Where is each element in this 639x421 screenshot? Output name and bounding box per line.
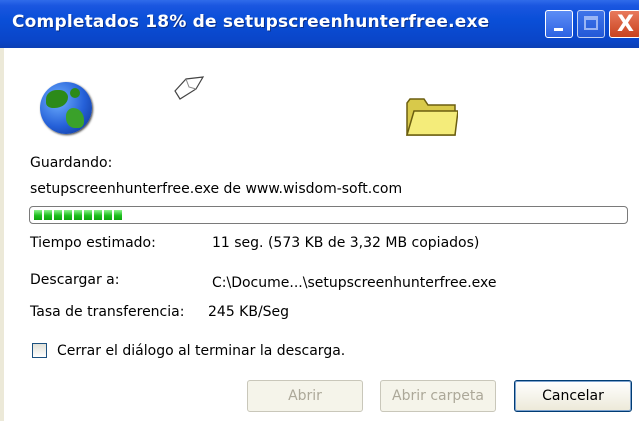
progress-segment xyxy=(64,210,72,220)
globe-land xyxy=(46,90,68,108)
close-on-finish-checkbox[interactable] xyxy=(32,343,47,358)
close-button[interactable]: X xyxy=(609,10,639,38)
progress-segment xyxy=(94,210,102,220)
globe-icon xyxy=(40,82,92,134)
close-icon: X xyxy=(617,12,634,37)
saving-label: Guardando: xyxy=(30,155,113,171)
maximize-button[interactable] xyxy=(577,10,605,38)
maximize-icon xyxy=(584,16,598,30)
folder-icon xyxy=(406,98,458,136)
progress-segment xyxy=(84,210,92,220)
progress-fill xyxy=(34,210,122,220)
globe-land xyxy=(70,88,80,98)
time-label: Tiempo estimado: xyxy=(30,235,156,251)
minimize-icon xyxy=(554,28,563,31)
download-progress-bar xyxy=(29,206,628,224)
rate-value: 245 KB/Seg xyxy=(208,304,290,320)
progress-segment xyxy=(114,210,122,220)
minimize-button[interactable] xyxy=(545,10,573,38)
progress-segment xyxy=(74,210,82,220)
rate-label: Tasa de transferencia: xyxy=(30,304,185,320)
close-on-finish-label[interactable]: Cerrar el diálogo al terminar la descarg… xyxy=(57,343,345,359)
window-title: Completados 18% de setupscreenhunterfree… xyxy=(12,12,490,32)
progress-segment xyxy=(34,210,42,220)
progress-segment xyxy=(54,210,62,220)
file-source-text: setupscreenhunterfree.exe de www.wisdom-… xyxy=(30,181,403,197)
window-border xyxy=(0,48,4,421)
time-value: 11 seg. (573 KB de 3,32 MB copiados) xyxy=(212,235,480,251)
open-folder-button[interactable]: Abrir carpeta xyxy=(380,380,496,412)
flying-paper-icon xyxy=(174,76,205,100)
globe-land xyxy=(66,108,84,128)
download-to-value: C:\Docume...\setupscreenhunterfree.exe xyxy=(212,275,497,291)
progress-segment xyxy=(104,210,112,220)
open-button[interactable]: Abrir xyxy=(247,380,363,412)
progress-segment xyxy=(44,210,52,220)
cancel-button[interactable]: Cancelar xyxy=(514,380,632,412)
title-bar[interactable]: Completados 18% de setupscreenhunterfree… xyxy=(0,0,639,48)
download-to-label: Descargar a: xyxy=(30,272,120,288)
